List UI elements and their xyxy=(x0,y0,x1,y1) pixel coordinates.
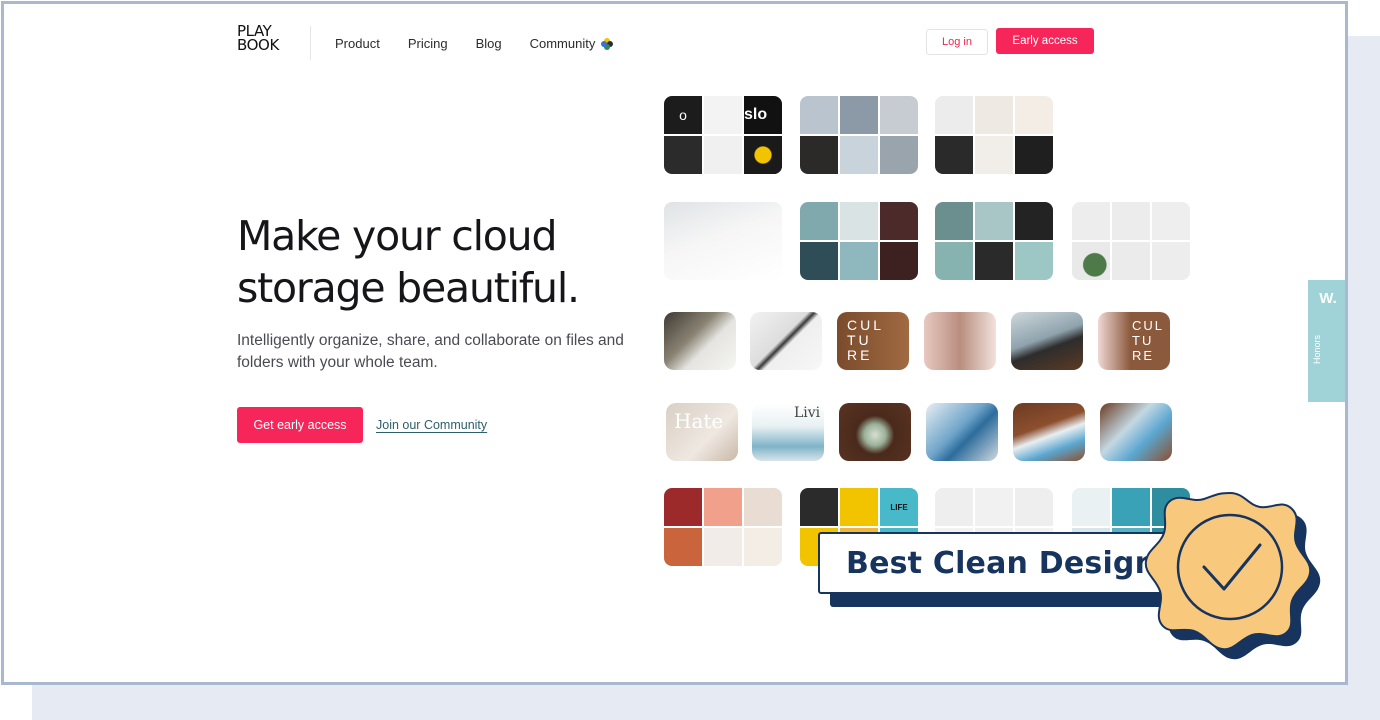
nav-label: Community xyxy=(529,36,596,51)
folder-thumbnail-books[interactable] xyxy=(800,96,918,174)
folder-thumbnail-portraits[interactable] xyxy=(935,202,1053,280)
main-nav: Product Pricing Blog Community xyxy=(335,36,614,51)
file-thumbnail-hate[interactable]: Hate xyxy=(666,403,738,461)
folder-thumbnail-plant[interactable] xyxy=(1072,202,1190,280)
file-thumbnail-polaroids[interactable] xyxy=(1100,403,1172,461)
join-community-link[interactable]: Join our Community xyxy=(376,418,487,432)
playbook-logo[interactable]: PLAY BOOK xyxy=(237,24,297,54)
hero-title: Make your cloud storage beautiful. xyxy=(237,210,637,314)
awards-side-tab[interactable]: W. Honors xyxy=(1308,280,1345,402)
nav-item-product[interactable]: Product xyxy=(335,36,380,51)
checkmark-seal-icon xyxy=(1144,491,1321,660)
nav-label: Blog xyxy=(475,36,502,51)
best-clean-design-badge: Best Clean Design xyxy=(818,532,1174,594)
file-thumbnail-cards[interactable] xyxy=(750,312,822,370)
file-thumbnail-magazine[interactable] xyxy=(926,403,998,461)
hero-title-line-2: storage beautiful. xyxy=(237,264,580,312)
thumbnail-text: LIFE xyxy=(880,488,918,526)
website-screenshot-frame: PLAY BOOK Product Pricing Blog Community… xyxy=(1,1,1348,685)
nav-label: Product xyxy=(335,36,380,51)
file-thumbnail-living[interactable]: Livi xyxy=(752,403,824,461)
logo-line-2: BOOK xyxy=(237,36,279,54)
folder-thumbnail-flatlay[interactable] xyxy=(800,202,918,280)
nav-label: Pricing xyxy=(407,36,448,51)
early-access-button[interactable]: Early access xyxy=(996,28,1094,54)
file-thumbnail-people[interactable] xyxy=(924,312,996,370)
folder-thumbnail-desk[interactable] xyxy=(935,96,1053,174)
file-thumbnail-paper[interactable] xyxy=(664,312,736,370)
thumbnail-text: o xyxy=(664,96,702,134)
awards-logo: W. xyxy=(1319,290,1337,307)
awards-tab-label: Honors xyxy=(1312,334,1322,364)
folder-thumbnail-food[interactable] xyxy=(664,488,782,566)
hero-title-line-1: Make your cloud xyxy=(237,212,557,260)
folder-thumbnail-logos[interactable]: o slo xyxy=(664,96,782,174)
file-thumbnail-culture-2[interactable]: CUL TU RE xyxy=(1098,312,1170,370)
file-thumbnail-succulent[interactable] xyxy=(839,403,911,461)
file-thumbnail-wood[interactable] xyxy=(1013,403,1085,461)
file-thumbnail-culture-1[interactable]: CUL TU RE xyxy=(837,312,909,370)
clover-icon xyxy=(601,37,614,50)
get-early-access-button[interactable]: Get early access xyxy=(237,407,363,443)
thumbnail-text: slo xyxy=(744,96,782,134)
hero-subtitle: Intelligently organize, share, and colla… xyxy=(237,332,624,371)
nav-item-community[interactable]: Community xyxy=(530,36,615,51)
file-thumbnail-laptop[interactable] xyxy=(1011,312,1083,370)
folder-thumbnail-keyboard[interactable] xyxy=(664,202,782,280)
nav-item-pricing[interactable]: Pricing xyxy=(408,36,448,51)
logo-divider xyxy=(310,26,311,60)
nav-item-blog[interactable]: Blog xyxy=(476,36,502,51)
login-button[interactable]: Log in xyxy=(926,29,988,55)
badge-label: Best Clean Design xyxy=(846,545,1157,581)
